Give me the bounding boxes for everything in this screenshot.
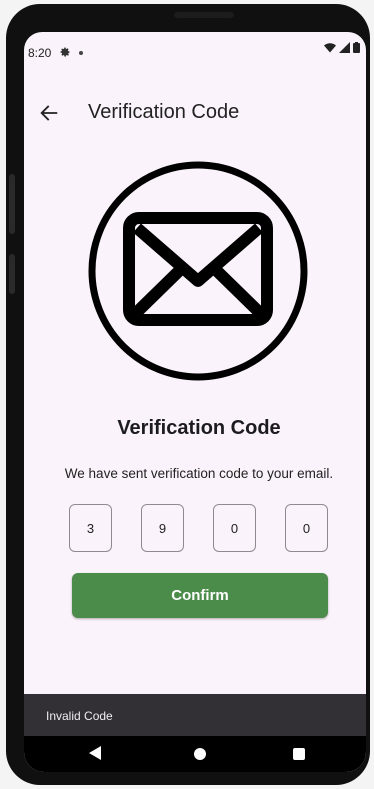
- status-time: 8:20: [28, 46, 52, 60]
- notification-dot: [79, 51, 84, 55]
- verification-heading: Verification Code: [117, 417, 281, 439]
- navigation-bar: [24, 736, 366, 772]
- snackbar-message: Invalid Code: [46, 709, 113, 723]
- volume-button: [9, 174, 15, 234]
- code-digit-3[interactable]: [213, 504, 256, 552]
- status-icons: [324, 42, 360, 53]
- wifi-icon: [324, 42, 336, 52]
- signal-icon: [339, 42, 350, 53]
- envelope-icon: [88, 161, 308, 381]
- nav-back-icon[interactable]: [89, 746, 101, 760]
- power-button: [9, 254, 15, 294]
- gear-icon: [59, 46, 71, 61]
- camera-notch: [174, 12, 234, 18]
- page-title: Verification Code: [88, 101, 240, 123]
- verification-subtitle: We have sent verification code to your e…: [64, 466, 334, 481]
- snackbar: Invalid Code: [24, 694, 366, 736]
- status-bar: 8:20: [24, 42, 366, 64]
- nav-home-icon[interactable]: [194, 748, 206, 760]
- back-arrow-icon[interactable]: [38, 102, 60, 124]
- code-digit-4[interactable]: [285, 504, 328, 552]
- app-bar: Verification Code: [24, 96, 366, 132]
- confirm-button[interactable]: Confirm: [72, 573, 328, 618]
- nav-recents-icon[interactable]: [293, 748, 305, 760]
- code-digit-1[interactable]: [69, 504, 112, 552]
- code-digit-2[interactable]: [141, 504, 184, 552]
- phone-frame: 8:20 Verification Code Verification Code: [6, 4, 370, 785]
- screen: 8:20 Verification Code Verification Code: [24, 32, 366, 772]
- battery-icon: [353, 42, 360, 53]
